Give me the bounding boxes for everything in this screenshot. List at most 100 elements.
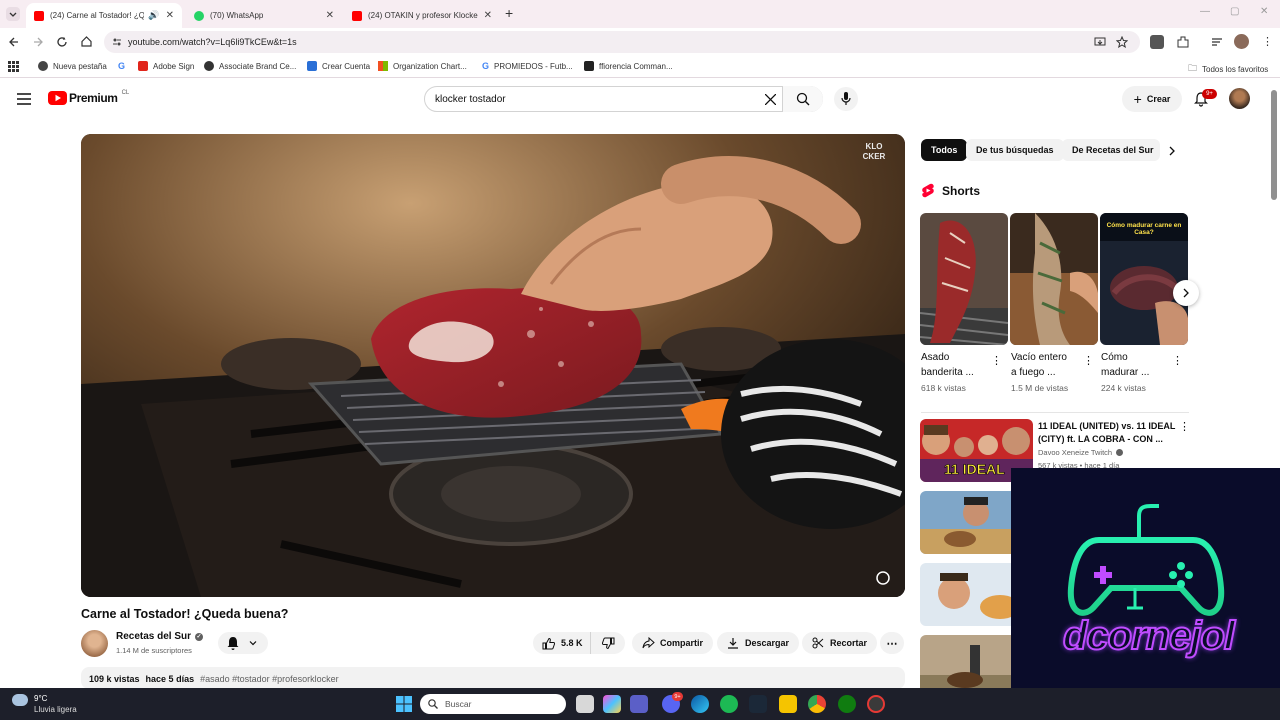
weather-temp[interactable]: 9°C bbox=[34, 694, 47, 703]
all-bookmarks-folder[interactable]: 🗀 Todos los favoritos bbox=[1188, 61, 1268, 77]
recommended-channel[interactable]: Davoo Xeneize Twitch bbox=[1038, 448, 1124, 457]
minimize-button[interactable]: — bbox=[1200, 6, 1210, 17]
address-bar[interactable]: youtube.com/watch?v=Lq6li9TkCEw&t=1s bbox=[104, 31, 1140, 53]
video-title: Carne al Tostador! ¿Queda buena? bbox=[81, 607, 289, 621]
bookmark-label: ffiorencia Comman... bbox=[599, 61, 673, 71]
home-icon[interactable] bbox=[80, 35, 93, 48]
tab-youtube-otakin[interactable]: (24) OTAKIN y profesor Klocker ✕ bbox=[344, 3, 500, 28]
youtube-premium-logo[interactable]: Premium CL bbox=[48, 90, 129, 105]
create-button[interactable]: + Crear bbox=[1122, 86, 1182, 112]
tab-whatsapp[interactable]: (70) WhatsApp ✕ bbox=[186, 3, 342, 28]
recommended-title-line: 11 IDEAL (UNITED) vs. 11 IDEAL bbox=[1038, 421, 1176, 431]
bookmark-star-icon[interactable] bbox=[1116, 36, 1128, 48]
install-app-icon[interactable] bbox=[1094, 36, 1106, 48]
channel-name-text: Recetas del Sur bbox=[116, 631, 192, 642]
video-player[interactable]: KLO CKER bbox=[81, 134, 905, 597]
dislike-button[interactable] bbox=[591, 632, 625, 654]
plus-icon: + bbox=[1133, 91, 1142, 107]
short-title-line: Asado bbox=[921, 352, 950, 363]
bookmark-fiorencia[interactable]: ffiorencia Comman... bbox=[584, 61, 673, 71]
voice-search-button[interactable] bbox=[834, 87, 858, 111]
short-thumbnail[interactable] bbox=[920, 213, 1008, 345]
short-title[interactable]: Vacío entero a fuego ... bbox=[1011, 350, 1067, 380]
bookmark-nueva-pestana[interactable]: Nueva pestaña bbox=[38, 61, 107, 71]
file-explorer-icon[interactable] bbox=[779, 695, 797, 713]
bookmark-promiedos[interactable]: G PROMIEDOS - Futb... bbox=[482, 61, 573, 71]
spotify-icon[interactable] bbox=[720, 695, 738, 713]
share-button[interactable]: Compartir bbox=[632, 632, 714, 654]
account-avatar[interactable] bbox=[1229, 88, 1250, 109]
maximize-button[interactable]: ▢ bbox=[1230, 6, 1239, 17]
bookmark-org-chart[interactable]: Organization Chart... bbox=[378, 61, 467, 71]
more-actions-button[interactable]: ⋯ bbox=[880, 632, 904, 654]
logo-text: Premium bbox=[69, 91, 118, 105]
channel-avatar[interactable] bbox=[81, 630, 108, 657]
windows-start-icon[interactable] bbox=[396, 696, 412, 712]
chrome-icon[interactable] bbox=[808, 695, 826, 713]
close-icon[interactable]: ✕ bbox=[326, 10, 334, 21]
download-button[interactable]: Descargar bbox=[717, 632, 800, 654]
hashtags[interactable]: #asado #tostador #profesorklocker bbox=[200, 674, 339, 684]
reload-icon[interactable] bbox=[56, 36, 68, 48]
tab-search-button[interactable] bbox=[6, 7, 20, 21]
taskbar-search[interactable]: Buscar bbox=[420, 694, 566, 714]
short-thumbnail[interactable] bbox=[1010, 213, 1098, 345]
close-icon[interactable]: ✕ bbox=[484, 10, 492, 21]
streamer-overlay: dcornejol bbox=[1011, 468, 1280, 688]
steam-icon[interactable] bbox=[749, 695, 767, 713]
copilot-icon[interactable] bbox=[603, 695, 621, 713]
clip-button[interactable]: Recortar bbox=[802, 632, 878, 654]
close-icon[interactable]: ✕ bbox=[166, 10, 174, 21]
short-menu-icon[interactable]: ⋮ bbox=[1172, 354, 1183, 367]
profile-avatar[interactable] bbox=[1234, 34, 1249, 49]
scrollbar-thumb[interactable] bbox=[1271, 90, 1277, 200]
subscribed-bell-button[interactable] bbox=[218, 632, 268, 654]
teams-icon[interactable] bbox=[630, 695, 648, 713]
short-menu-icon[interactable]: ⋮ bbox=[991, 354, 1002, 367]
bookmark-label: Todos los favoritos bbox=[1202, 64, 1269, 74]
search-input[interactable]: klocker tostador bbox=[424, 86, 823, 112]
back-icon[interactable] bbox=[8, 36, 20, 48]
short-menu-icon[interactable]: ⋮ bbox=[1083, 354, 1094, 367]
more-vert-icon[interactable]: ⋮ bbox=[1262, 35, 1273, 48]
shorts-next-button[interactable] bbox=[1173, 280, 1199, 306]
apps-grid-icon[interactable] bbox=[8, 61, 19, 72]
chip-de-tus-busquedas[interactable]: De tus búsquedas bbox=[966, 139, 1064, 161]
xbox-icon[interactable] bbox=[838, 695, 856, 713]
puzzle-icon[interactable] bbox=[1176, 35, 1190, 49]
chevron-right-icon[interactable] bbox=[1168, 146, 1176, 156]
google-icon: G bbox=[118, 61, 126, 71]
new-tab-button[interactable]: + bbox=[505, 5, 513, 21]
whatsapp-icon bbox=[194, 10, 204, 21]
description-box[interactable]: 109 k vistas hace 5 días #asado #tostado… bbox=[81, 667, 905, 689]
bookmark-adobe-sign[interactable]: Adobe Sign bbox=[138, 61, 194, 71]
short-thumbnail[interactable]: Cómo madurar carne en Casa? bbox=[1100, 213, 1188, 345]
weather-desc[interactable]: Lluvia ligera bbox=[34, 705, 77, 714]
speaker-icon[interactable]: 🔊 bbox=[148, 10, 159, 21]
recommended-menu-icon[interactable]: ⋮ bbox=[1179, 420, 1190, 433]
tab-youtube-video[interactable]: (24) Carne al Tostador! ¿Qu 🔊 ✕ bbox=[26, 3, 182, 28]
short-title[interactable]: Cómo madurar ... bbox=[1101, 350, 1149, 380]
window-close-button[interactable]: ✕ bbox=[1260, 6, 1268, 17]
recorder-icon[interactable] bbox=[867, 695, 885, 713]
site-info-icon[interactable] bbox=[112, 37, 122, 47]
clear-icon[interactable] bbox=[765, 94, 776, 105]
weather-icon[interactable] bbox=[12, 694, 28, 706]
bookmark-associate-brand[interactable]: Associate Brand Ce... bbox=[204, 61, 296, 71]
chip-todos[interactable]: Todos bbox=[921, 139, 968, 161]
short-views: 224 k vistas bbox=[1101, 383, 1146, 393]
task-view-icon[interactable] bbox=[576, 695, 594, 713]
short-title[interactable]: Asado banderita ... bbox=[921, 350, 974, 380]
reading-list-icon[interactable] bbox=[1210, 35, 1224, 49]
recommended-title[interactable]: 11 IDEAL (UNITED) vs. 11 IDEAL (CITY) ft… bbox=[1038, 420, 1178, 446]
like-button[interactable]: 5.8 K bbox=[533, 632, 591, 654]
bookmark-crear-cuenta[interactable]: Crear Cuenta bbox=[307, 61, 370, 71]
search-button[interactable] bbox=[782, 86, 823, 112]
menu-icon[interactable] bbox=[17, 93, 31, 105]
forward-icon[interactable] bbox=[32, 36, 44, 48]
chip-de-recetas-del-sur[interactable]: De Recetas del Sur bbox=[1062, 139, 1160, 161]
edge-icon[interactable] bbox=[691, 695, 709, 713]
channel-name[interactable]: Recetas del Sur ✓ bbox=[116, 631, 204, 642]
bookmark-google[interactable]: G bbox=[118, 61, 125, 71]
extension-icon[interactable] bbox=[1150, 35, 1164, 49]
